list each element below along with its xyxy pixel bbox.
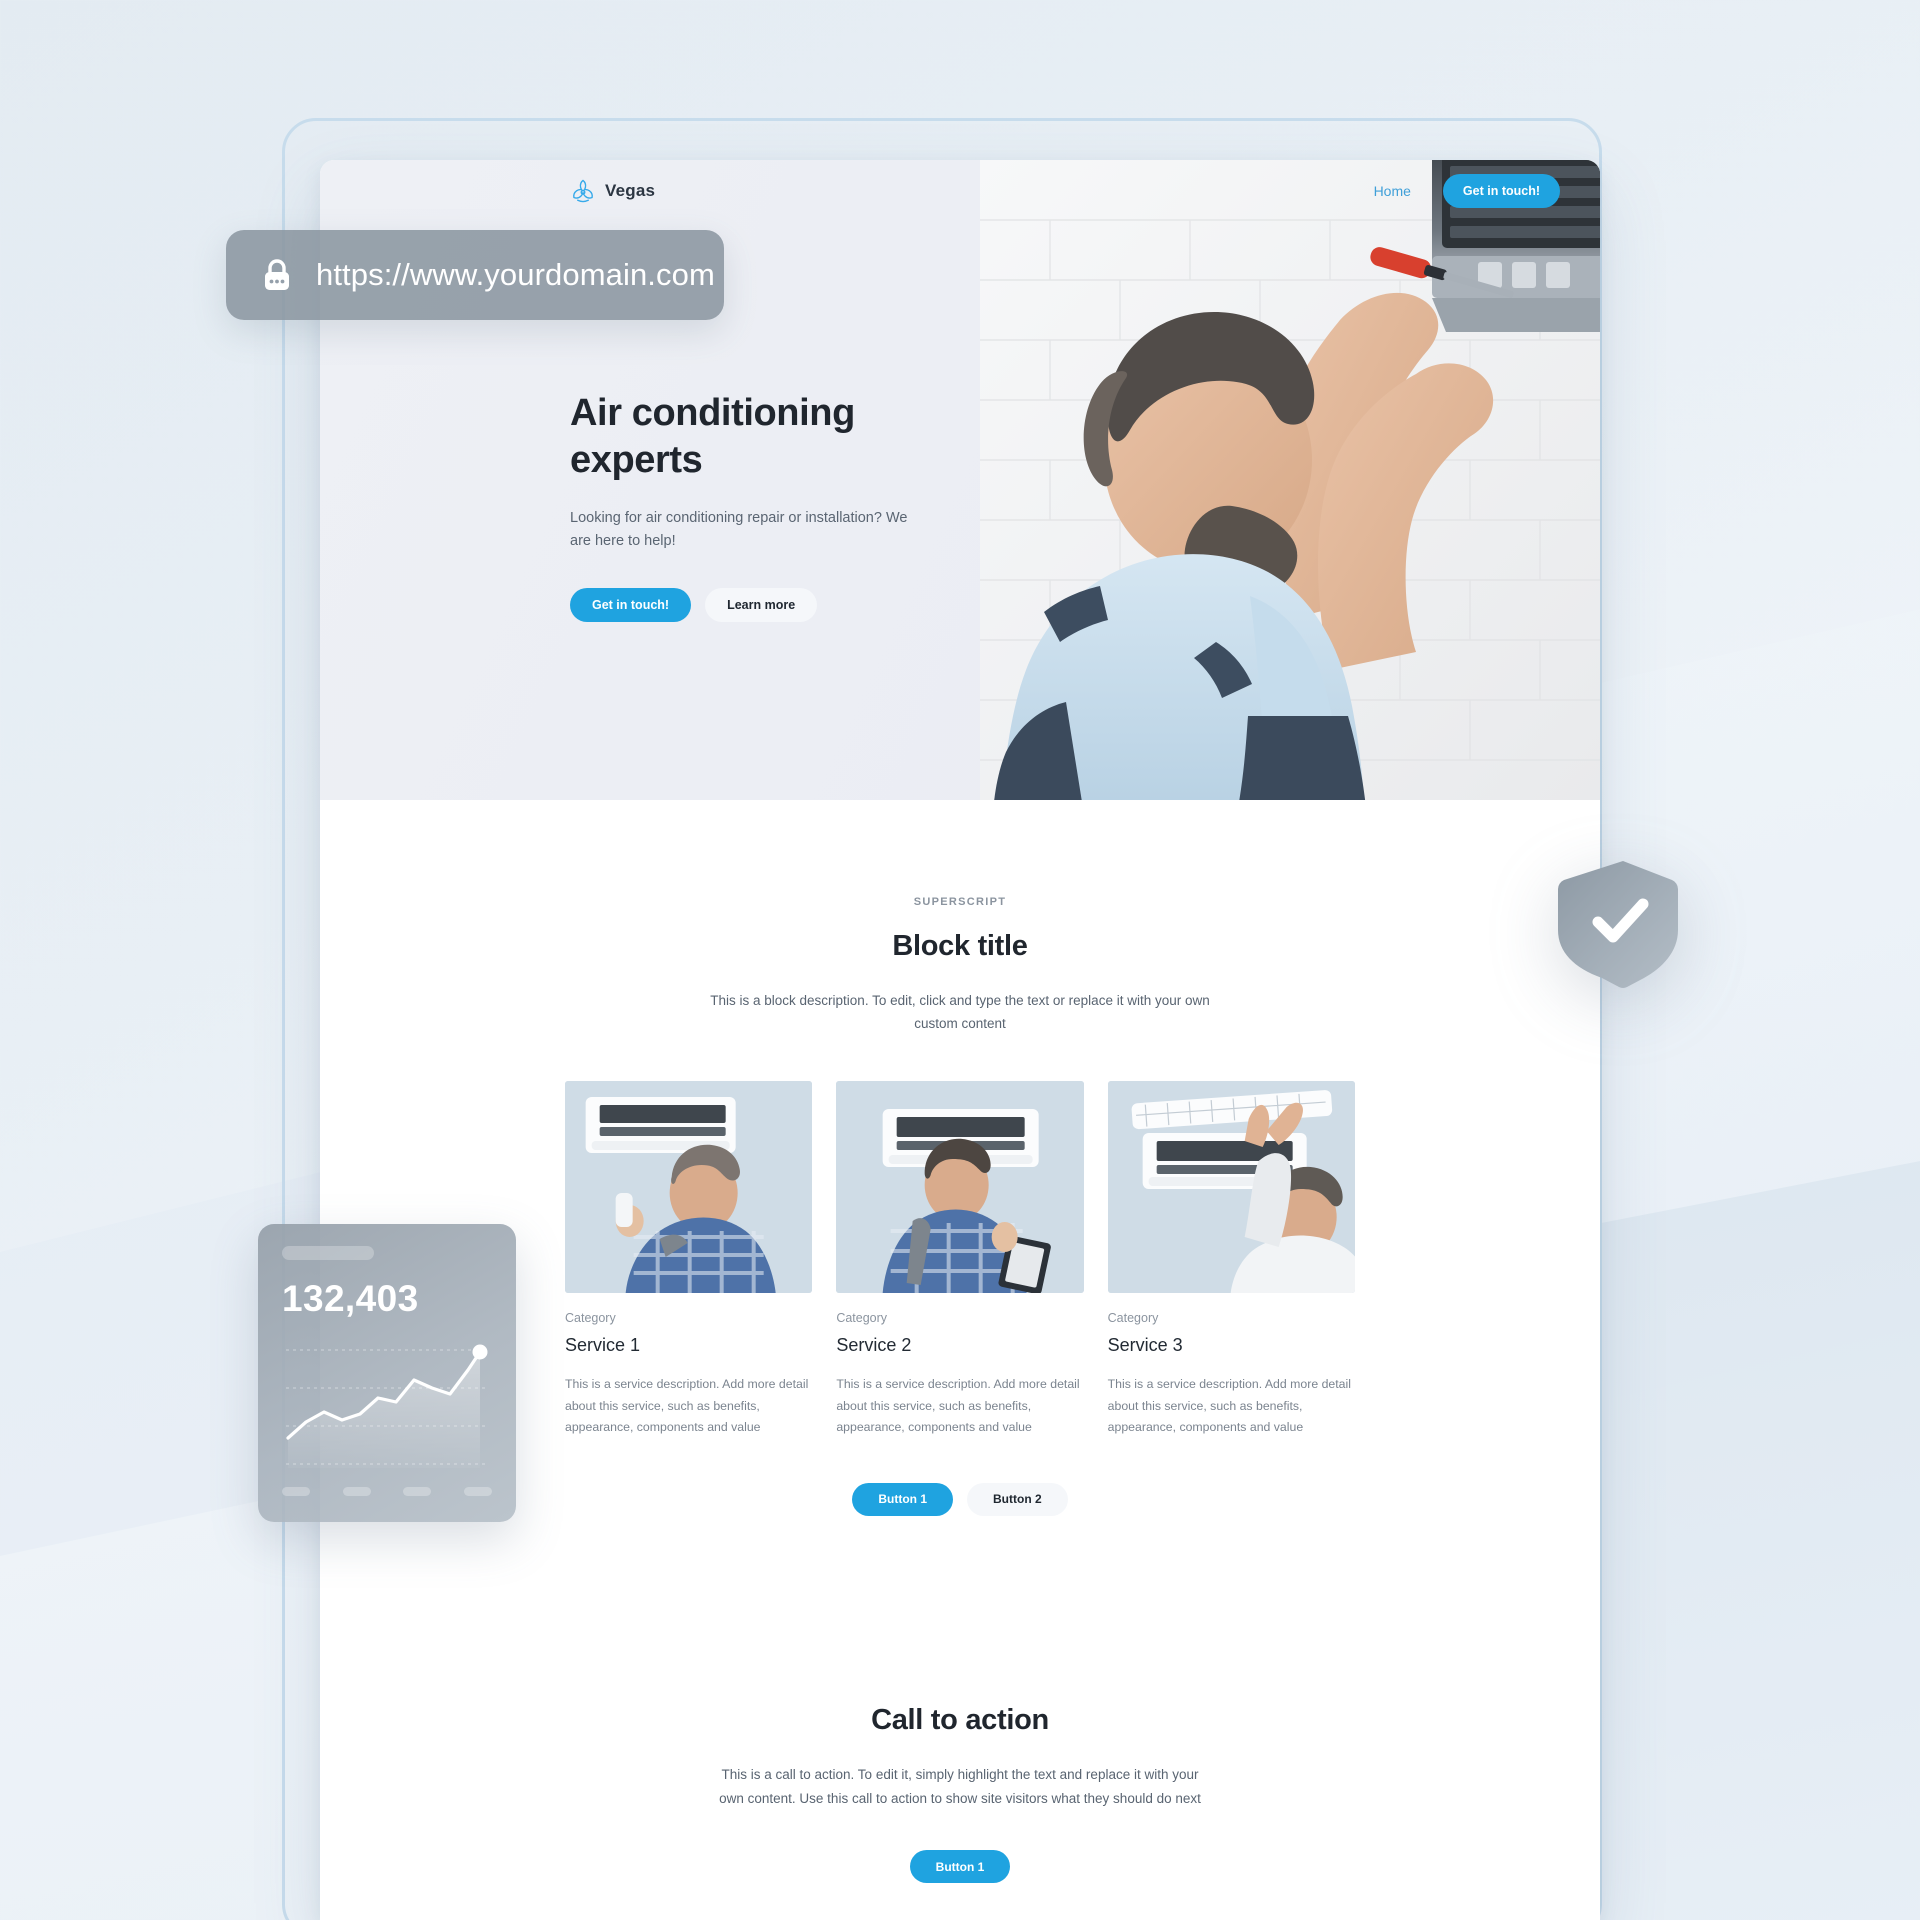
services-button-1[interactable]: Button 1: [852, 1482, 953, 1516]
stats-placeholder-label: [282, 1246, 374, 1260]
stats-overlay-card: 132,403: [258, 1224, 516, 1522]
legend-pill: [282, 1487, 310, 1496]
url-text: https://www.yourdomain.com: [316, 257, 715, 292]
stats-area-chart: [282, 1336, 492, 1481]
cta-description: This is a call to action. To edit it, si…: [719, 1766, 1201, 1806]
service-card[interactable]: Category Service 1 This is a service des…: [565, 1081, 813, 1439]
nav-right-group: Home Get in touch!: [1374, 174, 1560, 208]
hero-actions: Get in touch! Learn more: [570, 588, 970, 623]
hero-title: Air conditioning experts: [570, 392, 855, 481]
service-card-category: Category: [836, 1311, 888, 1326]
service-card-image: [565, 1081, 813, 1294]
services-block-description: This is a block description. To edit, cl…: [710, 993, 1210, 1032]
services-superscript: SUPERSCRIPT: [913, 896, 1007, 908]
service-card-image: [836, 1081, 1084, 1294]
site-nav: Vegas Home Get in touch!: [320, 160, 1600, 222]
service-card-category: Category: [1107, 1311, 1159, 1326]
browser-window: Vegas Home Get in touch! Air conditionin…: [320, 160, 1600, 1920]
legend-pill: [403, 1487, 432, 1496]
site-logo-text: Vegas: [605, 181, 656, 200]
nav-link-home[interactable]: Home: [1374, 183, 1411, 199]
services-block-title: Block title: [892, 930, 1028, 962]
hero-subtitle: Looking for air conditioning repair or i…: [570, 510, 908, 549]
cta-button-1[interactable]: Button 1: [909, 1850, 1011, 1884]
service-card-title: Service 3: [1107, 1335, 1183, 1356]
service-card-text: This is a service description. Add more …: [565, 1377, 809, 1435]
legend-pill: [342, 1487, 371, 1496]
cta-title: Call to action: [871, 1703, 1049, 1736]
services-button-2[interactable]: Button 2: [967, 1482, 1068, 1516]
hero-image: [980, 160, 1600, 800]
service-card-category: Category: [565, 1311, 616, 1326]
service-card[interactable]: Category Service 2 This is a service des…: [836, 1081, 1084, 1439]
nav-get-in-touch-button[interactable]: Get in touch!: [1442, 174, 1560, 208]
service-card-title: Service 2: [836, 1335, 912, 1356]
hero-copy: Air conditioning experts Looking for air…: [570, 390, 970, 623]
service-card[interactable]: Category Service 3 This is a service des…: [1107, 1081, 1355, 1439]
hero-get-in-touch-button[interactable]: Get in touch!: [570, 588, 692, 623]
legend-pill: [463, 1487, 492, 1496]
stats-legend: [282, 1487, 492, 1496]
service-card-list: Category Service 1 This is a service des…: [565, 1081, 1355, 1439]
vegas-triskelion-logo-icon: [573, 179, 593, 203]
service-card-text: This is a service description. Add more …: [836, 1377, 1080, 1435]
call-to-action-section: Call to action This is a call to action.…: [320, 1515, 1600, 1884]
url-bar-overlay[interactable]: https://www.yourdomain.com: [226, 230, 724, 320]
service-card-title: Service 1: [565, 1335, 641, 1356]
service-card-text: This is a service description. Add more …: [1107, 1377, 1351, 1435]
cta-actions: Button 1: [320, 1850, 1600, 1884]
site-logo[interactable]: Vegas: [570, 178, 655, 204]
service-card-image: [1107, 1081, 1355, 1294]
lock-icon: [265, 259, 289, 290]
stats-value: 132,403: [282, 1278, 419, 1319]
shield-badge-overlay: [1558, 858, 1680, 988]
hero-learn-more-button[interactable]: Learn more: [705, 588, 818, 623]
